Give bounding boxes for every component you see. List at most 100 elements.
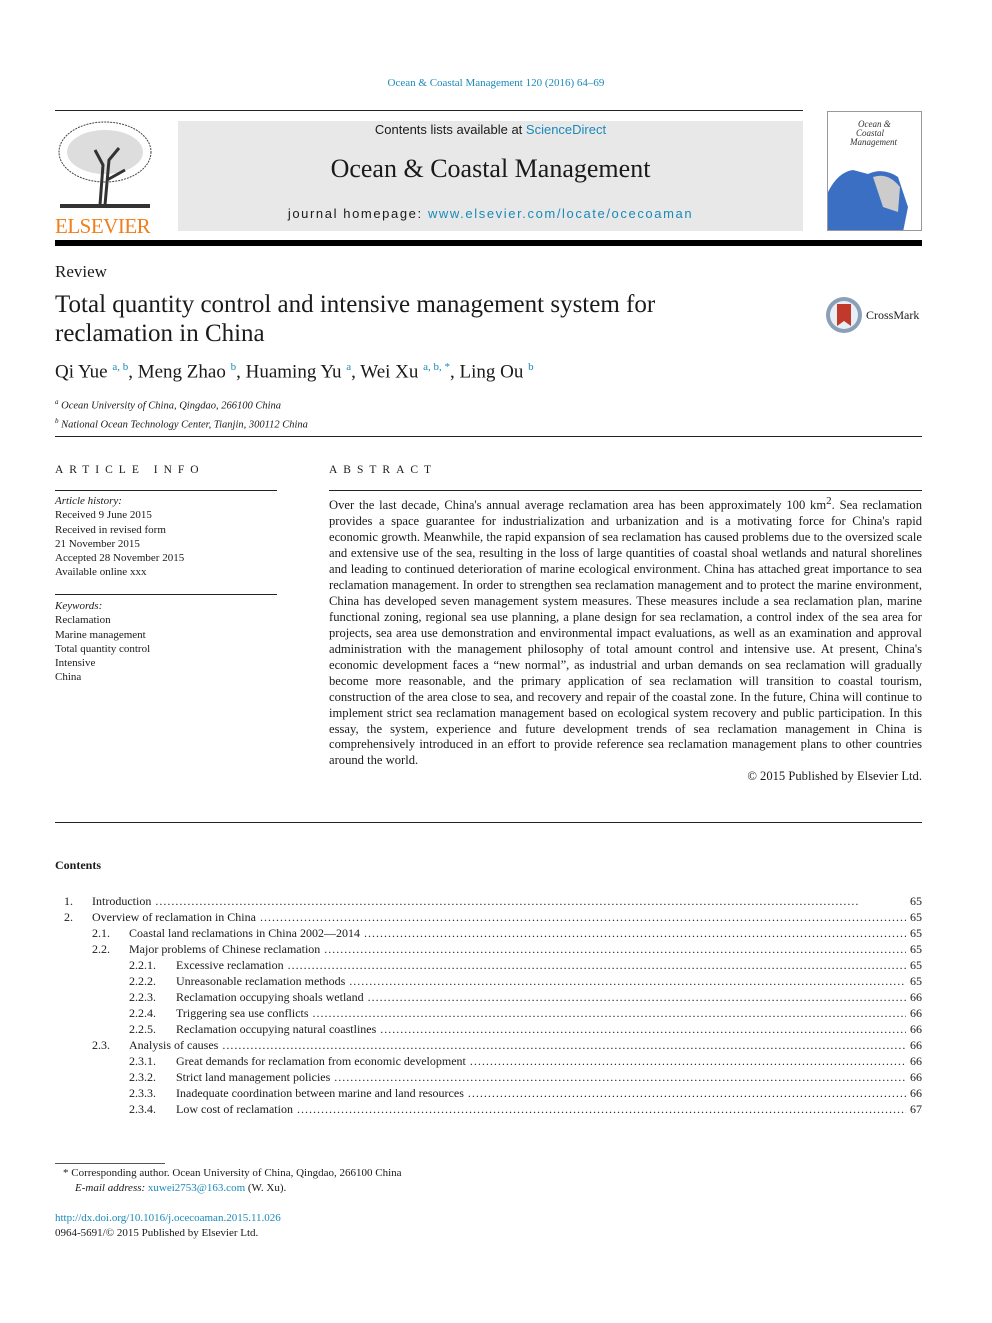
author-name[interactable]: Qi Yue [55, 361, 108, 382]
copyright: © 2015 Published by Elsevier Ltd. [747, 769, 922, 784]
affiliation: b National Ocean Technology Center, Tian… [55, 414, 308, 433]
history-entry: Received in revised form [55, 523, 166, 536]
toc-title[interactable]: Inadequate coordination between marine a… [176, 1085, 464, 1101]
toc-leader [288, 957, 906, 973]
footnote-marker: * [63, 1167, 69, 1179]
toc-number: 2.3.3. [129, 1086, 156, 1100]
divider [55, 822, 922, 823]
toc-page: 65 [910, 910, 922, 924]
affiliation-text: Ocean University of China, Qingdao, 2661… [61, 400, 282, 412]
toc-entry[interactable]: 2.1. Coastal land reclamations in China 2… [55, 925, 922, 941]
affiliations: a Ocean University of China, Qingdao, 26… [55, 395, 308, 432]
article-title: Total quantity control and intensive man… [55, 291, 656, 347]
abstract-text: Over the last decade, China's annual ave… [329, 498, 827, 513]
doi-block: http://dx.doi.org/10.1016/j.ocecoaman.20… [55, 1211, 281, 1241]
toc-leader [155, 893, 906, 909]
toc-page: 65 [910, 974, 922, 988]
toc-page: 66 [910, 1022, 922, 1036]
toc-page: 66 [910, 1054, 922, 1068]
toc-number: 2.2.2. [129, 974, 156, 988]
issn: 0964-5691/© 2015 Published by Elsevier L… [55, 1227, 259, 1239]
toc-leader [324, 941, 906, 957]
toc-leader [468, 1085, 906, 1101]
author-list: Qi Yue a, b, Meng Zhao b, Huaming Yu a, … [55, 361, 534, 383]
footnote-rule [55, 1163, 165, 1164]
toc-title[interactable]: Low cost of reclamation [176, 1101, 293, 1117]
author-name[interactable]: Wei Xu [360, 361, 418, 382]
toc-title[interactable]: Reclamation occupying shoals wetland [176, 989, 364, 1005]
toc-title[interactable]: Overview of reclamation in China [92, 909, 256, 925]
toc-entry[interactable]: 2.3.4. Low cost of reclamation 67 [55, 1101, 922, 1117]
toc-title[interactable]: Triggering sea use conflicts [176, 1005, 309, 1021]
affiliation-key: a [55, 398, 59, 406]
history-entry: Accepted 28 November 2015 [55, 552, 185, 565]
toc-entry[interactable]: 2.3.2. Strict land management policies 66 [55, 1069, 922, 1085]
affiliation-marker[interactable]: b [231, 361, 237, 373]
toc-entry[interactable]: 2.2.5. Reclamation occupying natural coas… [55, 1021, 922, 1037]
keyword: Intensive [55, 657, 96, 670]
toc-entry[interactable]: 2.2. Major problems of Chinese reclamatio… [55, 941, 922, 957]
author-name[interactable]: Ling Ou [460, 361, 524, 382]
journal-banner: Contents lists available at ScienceDirec… [178, 121, 803, 231]
toc-title[interactable]: Introduction [92, 893, 151, 909]
affiliation-marker[interactable]: a, b, * [423, 361, 450, 373]
email-label: E-mail address: [75, 1182, 148, 1194]
toc-leader [364, 925, 906, 941]
keyword: Reclamation [55, 614, 111, 627]
toc-entry[interactable]: 1. Introduction 65 [55, 893, 922, 909]
journal-reference[interactable]: Ocean & Coastal Management 120 (2016) 64… [0, 77, 992, 89]
affiliation-marker[interactable]: b [528, 361, 534, 373]
toc-title[interactable]: Strict land management policies [176, 1069, 330, 1085]
toc-entry[interactable]: 2.2.3. Reclamation occupying shoals wetla… [55, 989, 922, 1005]
history-entry: Available online xxx [55, 566, 147, 579]
toc-leader [349, 973, 906, 989]
toc-title[interactable]: Major problems of Chinese reclamation [129, 941, 320, 957]
toc-number: 2.3.1. [129, 1054, 156, 1068]
affiliation-text: National Ocean Technology Center, Tianji… [61, 419, 308, 430]
keywords-label: Keywords: [55, 600, 103, 612]
author-name[interactable]: Meng Zhao [138, 361, 226, 382]
crossmark-button[interactable]: CrossMark [825, 296, 919, 334]
toc-leader [222, 1037, 906, 1053]
toc-number: 2.2.4. [129, 1006, 156, 1020]
homepage-link[interactable]: www.elsevier.com/locate/ocecoaman [428, 206, 693, 221]
sciencedirect-link[interactable]: ScienceDirect [526, 122, 606, 137]
toc-number: 2.3.4. [129, 1102, 156, 1116]
history-entry: Received 9 June 2015 [55, 509, 152, 522]
toc-page: 66 [910, 1038, 922, 1052]
toc-title[interactable]: Unreasonable reclamation methods [176, 973, 345, 989]
journal-cover[interactable]: Ocean & Coastal Management [827, 111, 922, 231]
toc-title[interactable]: Excessive reclamation [176, 957, 284, 973]
toc-title[interactable]: Analysis of causes [129, 1037, 218, 1053]
divider [55, 110, 803, 111]
contents-text: Contents lists available at [374, 122, 526, 137]
affiliation-marker[interactable]: a, b [112, 361, 128, 373]
toc-title[interactable]: Reclamation occupying natural coastlines [176, 1021, 376, 1037]
toc-entry[interactable]: 2.3.1. Great demands for reclamation from… [55, 1053, 922, 1069]
toc-number: 2.1. [92, 926, 110, 940]
divider [55, 490, 277, 491]
toc-title[interactable]: Coastal land reclamations in China 2002—… [129, 925, 360, 941]
toc-number: 2.2.1. [129, 958, 156, 972]
homepage-label: journal homepage: [287, 206, 428, 221]
elsevier-wordmark: ELSEVIER [55, 214, 151, 238]
email-link[interactable]: xuwei2753@163.com [148, 1182, 245, 1194]
doi-link[interactable]: http://dx.doi.org/10.1016/j.ocecoaman.20… [55, 1212, 281, 1224]
toc-number: 2. [64, 910, 73, 924]
toc-number: 2.2.5. [129, 1022, 156, 1036]
toc-entry[interactable]: 2.3.3. Inadequate coordination between ma… [55, 1085, 922, 1101]
divider [55, 436, 922, 437]
toc-entry[interactable]: 2.2.4. Triggering sea use conflicts 66 [55, 1005, 922, 1021]
toc-title[interactable]: Great demands for reclamation from econo… [176, 1053, 466, 1069]
toc-entry[interactable]: 2. Overview of reclamation in China 65 [55, 909, 922, 925]
author-name[interactable]: Huaming Yu [246, 361, 342, 382]
toc-entry[interactable]: 2.2.2. Unreasonable reclamation methods 65 [55, 973, 922, 989]
affiliation-marker[interactable]: a [346, 361, 351, 373]
toc-entry[interactable]: 2.3. Analysis of causes 66 [55, 1037, 922, 1053]
toc-page: 67 [910, 1102, 922, 1116]
article-info-heading: ARTICLE INFO [55, 464, 205, 476]
tree-icon [55, 120, 155, 210]
toc-leader [368, 989, 906, 1005]
affiliation: a Ocean University of China, Qingdao, 26… [55, 395, 308, 414]
toc-entry[interactable]: 2.2.1. Excessive reclamation 65 [55, 957, 922, 973]
